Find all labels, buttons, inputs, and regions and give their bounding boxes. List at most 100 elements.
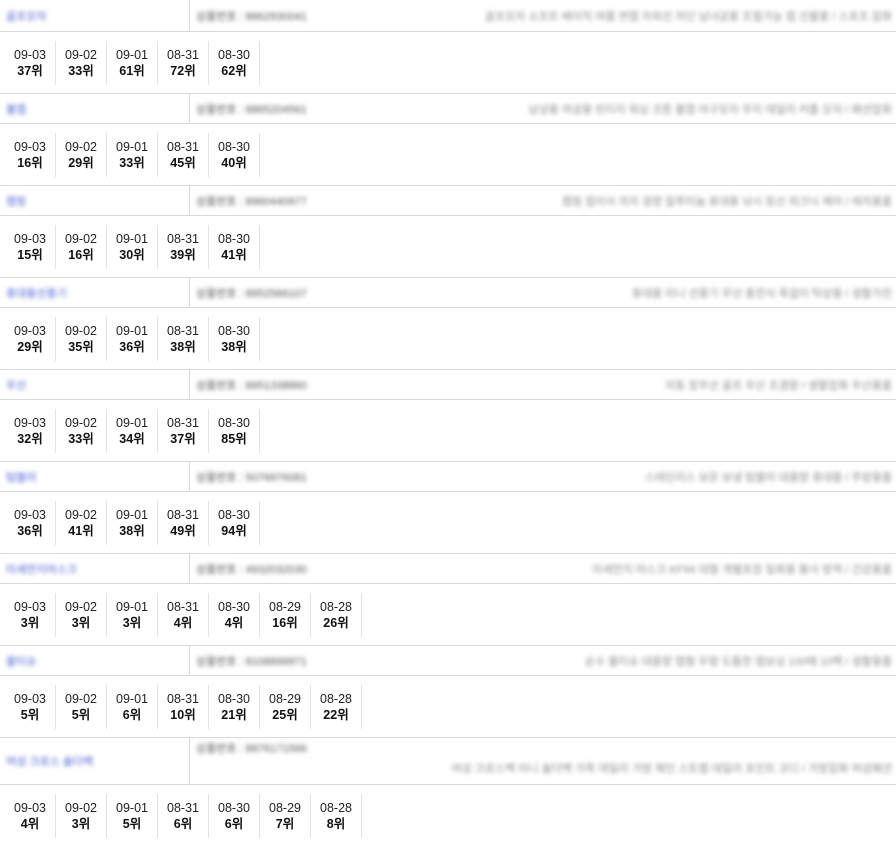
rank-history: 09-03 32위 09-02 33위 09-01 34위 08-31 37위 08-30 85위 [0, 400, 896, 461]
rank-cell: 09-03 4위 [5, 793, 56, 838]
rank-date: 09-01 [116, 231, 148, 246]
rank-value: 94위 [221, 523, 247, 538]
keyword-link[interactable]: 여성 크로스 숄더백 [6, 753, 93, 769]
rank-cell: 09-03 32위 [5, 408, 56, 453]
rank-date: 09-02 [65, 507, 97, 522]
rank-cell: 09-01 6위 [107, 684, 158, 729]
rank-cell: 08-28 8위 [311, 793, 362, 838]
rank-date: 09-03 [14, 507, 46, 522]
rank-value: 5위 [122, 816, 142, 831]
rank-date: 08-30 [218, 800, 250, 815]
keyword-block: 휴대용선풍기 상품번호 : 8952566107 휴대용 미니 선풍기 무선 충전식… [0, 277, 896, 369]
product-title: 순수 물티슈 대용량 캡형 무향 도톰한 엠보싱 100매 10팩 / 생활용품 [584, 655, 892, 668]
rank-value: 3위 [122, 615, 142, 630]
rank-list: 골프모자 상품번호 : 8862930041 골프모자 소프트 베이직 여름 썬캡 … [0, 0, 896, 846]
rank-history: 09-03 4위 09-02 3위 09-01 5위 08-31 6위 08-30 6위 08-29… [0, 785, 896, 846]
rank-value: 5위 [71, 707, 91, 722]
keyword-link[interactable]: 휴대용선풍기 [6, 285, 67, 301]
rank-date: 09-02 [65, 139, 97, 154]
rank-date: 09-02 [65, 599, 97, 614]
keyword-block: 우산 상품번호 : 8951338860 자동 장우산 골프 우산 초경량 / 생활… [0, 369, 896, 461]
rank-cell: 08-30 6위 [209, 793, 260, 838]
rank-history: 09-03 5위 09-02 5위 09-01 6위 08-31 10위 08-30 21위 08-… [0, 676, 896, 737]
rank-date: 08-30 [218, 599, 250, 614]
keyword-block: 텀블러 상품번호 : 5076976081 스테인리스 보온 보냉 텀블러 대용량 … [0, 461, 896, 553]
rank-value: 32위 [17, 431, 43, 446]
rank-date: 09-03 [14, 800, 46, 815]
product-title: 스테인리스 보온 보냉 텀블러 대용량 휴대용 / 주방용품 [644, 471, 892, 484]
keyword-header: 볼캡 상품번호 : 8865204561 남성용 여성용 빈티지 워싱 코튼 볼캡 … [0, 93, 896, 124]
rank-value: 22위 [323, 707, 349, 722]
rank-date: 08-30 [218, 507, 250, 522]
rank-value: 6위 [122, 707, 142, 722]
rank-date: 09-01 [116, 415, 148, 430]
rank-value: 8위 [326, 816, 346, 831]
rank-cell: 09-02 33위 [56, 40, 107, 85]
keyword-link[interactable]: 물티슈 [6, 653, 36, 669]
keyword-link[interactable]: 우산 [6, 377, 26, 393]
rank-cell: 09-01 36위 [107, 316, 158, 361]
rank-cell: 08-31 37위 [158, 408, 209, 453]
rank-date: 09-01 [116, 800, 148, 815]
rank-history: 09-03 29위 09-02 35위 09-01 36위 08-31 38위 08-30 38위 [0, 308, 896, 369]
rank-history: 09-03 36위 09-02 41위 09-01 38위 08-31 49위 08-30 94위 [0, 492, 896, 553]
rank-date: 08-31 [167, 323, 199, 338]
keyword-cell: 골프모자 [0, 0, 190, 31]
rank-date: 09-02 [65, 47, 97, 62]
rank-date: 08-30 [218, 323, 250, 338]
rank-value: 39위 [170, 247, 196, 262]
rank-date: 09-02 [65, 691, 97, 706]
rank-date: 08-28 [320, 800, 352, 815]
rank-value: 36위 [119, 339, 145, 354]
rank-date: 09-02 [65, 800, 97, 815]
keyword-link[interactable]: 골프모자 [6, 8, 46, 24]
rank-cell: 08-28 26위 [311, 592, 362, 637]
rank-date: 08-31 [167, 415, 199, 430]
keyword-link[interactable]: 텀블러 [6, 469, 36, 485]
keyword-block: 물티슈 상품번호 : 8108899971 순수 물티슈 대용량 캡형 무향 도톰한… [0, 645, 896, 737]
keyword-cell: 미세먼지마스크 [0, 554, 190, 583]
rank-cell: 09-03 15위 [5, 224, 56, 269]
rank-value: 29위 [68, 155, 94, 170]
rank-date: 09-02 [65, 415, 97, 430]
rank-cell: 08-30 40위 [209, 132, 260, 177]
rank-cell: 08-31 72위 [158, 40, 209, 85]
rank-cell: 09-01 30위 [107, 224, 158, 269]
keyword-link[interactable]: 볼캡 [6, 101, 26, 117]
keyword-header: 미세먼지마스크 상품번호 : 4932032030 미세먼지 마스크 KF94 대형… [0, 553, 896, 584]
rank-value: 4위 [224, 615, 244, 630]
rank-date: 09-01 [116, 139, 148, 154]
rank-date: 08-29 [269, 800, 301, 815]
rank-date: 08-29 [269, 599, 301, 614]
rank-value: 16위 [17, 155, 43, 170]
rank-date: 08-29 [269, 691, 301, 706]
product-number: 상품번호 : 8951338860 [196, 379, 307, 392]
keyword-link[interactable]: 캠핑 [6, 193, 26, 209]
rank-value: 15위 [17, 247, 43, 262]
rank-value: 35위 [68, 339, 94, 354]
rank-cell: 09-03 3위 [5, 592, 56, 637]
product-number: 상품번호 : 4932032030 [196, 563, 307, 576]
rank-value: 3위 [20, 615, 40, 630]
rank-value: 21위 [221, 707, 247, 722]
rank-date: 09-01 [116, 323, 148, 338]
rank-cell: 09-02 35위 [56, 316, 107, 361]
rank-value: 40위 [221, 155, 247, 170]
rank-value: 34위 [119, 431, 145, 446]
rank-date: 08-31 [167, 139, 199, 154]
rank-value: 49위 [170, 523, 196, 538]
rank-value: 6위 [224, 816, 244, 831]
keyword-cell: 볼캡 [0, 94, 190, 123]
rank-date: 08-31 [167, 599, 199, 614]
keyword-block: 골프모자 상품번호 : 8862930041 골프모자 소프트 베이직 여름 썬캡 … [0, 0, 896, 93]
rank-cell: 08-29 7위 [260, 793, 311, 838]
rank-value: 3위 [71, 816, 91, 831]
rank-date: 08-31 [167, 800, 199, 815]
rank-cell: 08-30 94위 [209, 500, 260, 545]
rank-cell: 09-03 29위 [5, 316, 56, 361]
keyword-cell: 캠핑 [0, 186, 190, 215]
rank-value: 3위 [71, 615, 91, 630]
product-number: 상품번호 : 8952566107 [196, 287, 307, 300]
keyword-header: 우산 상품번호 : 8951338860 자동 장우산 골프 우산 초경량 / 생활… [0, 369, 896, 400]
keyword-link[interactable]: 미세먼지마스크 [6, 561, 77, 577]
